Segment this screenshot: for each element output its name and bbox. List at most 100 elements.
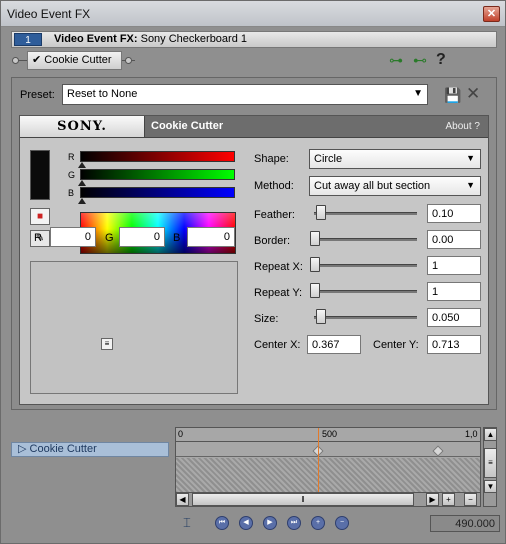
- red-slider-thumb[interactable]: [78, 162, 86, 168]
- scroll-thumb[interactable]: ≡: [484, 448, 497, 478]
- vertical-scrollbar[interactable]: ▲ ≡ ▼: [483, 427, 497, 507]
- first-keyframe-icon[interactable]: ⏮: [215, 516, 229, 530]
- next-keyframe-icon[interactable]: ▶: [263, 516, 277, 530]
- sony-logo: SONY.: [20, 116, 145, 137]
- g-label: G: [105, 232, 114, 244]
- playhead-cursor[interactable]: [318, 428, 319, 493]
- preset-dropdown[interactable]: Reset to None ▼: [62, 84, 428, 105]
- previous-keyframe-icon[interactable]: ◀: [239, 516, 253, 530]
- repeat-y-value-input[interactable]: 1: [427, 282, 481, 301]
- fx-header-label: Video Event FX:: [54, 33, 138, 45]
- keyframe-timeline: ▷ Cookie Cutter 0 500 1,0 ▲ ≡ ▼ ◀ ‖ ▶ +: [11, 419, 500, 537]
- green-slider[interactable]: [80, 169, 235, 180]
- delete-preset-icon[interactable]: ✕: [466, 84, 480, 104]
- method-dropdown[interactable]: Cut away all but section ▼: [309, 176, 481, 196]
- preview-handle-icon[interactable]: ≡: [101, 338, 113, 350]
- save-preset-icon[interactable]: 💾: [444, 87, 461, 104]
- plugin-chain-row: ✔ Cookie Cutter ⊶ ⊷ ?: [11, 50, 497, 72]
- scroll-up-icon[interactable]: ▲: [484, 428, 497, 441]
- center-x-value-input[interactable]: 0.367: [307, 335, 361, 354]
- feather-label: Feather:: [254, 209, 295, 221]
- title-bar[interactable]: Video Event FX ✕: [1, 1, 505, 27]
- ruler-label-start: 0: [178, 429, 184, 439]
- fx-panel: Preset: Reset to None ▼ 💾 ✕ SONY. Cookie …: [11, 77, 497, 410]
- repeat-y-slider-thumb[interactable]: [310, 283, 320, 298]
- add-keyframe-icon[interactable]: +: [311, 516, 325, 530]
- track-name-label: Cookie Cutter: [29, 443, 97, 455]
- feather-slider-thumb[interactable]: [316, 205, 326, 220]
- r-label: R: [34, 232, 42, 244]
- repeat-x-slider[interactable]: [314, 264, 417, 267]
- repeat-y-slider[interactable]: [314, 290, 417, 293]
- about-link[interactable]: About ?: [446, 121, 480, 132]
- blue-slider[interactable]: [80, 187, 235, 198]
- plugin-chain-tab-cookie-cutter[interactable]: ✔ Cookie Cutter: [27, 51, 122, 70]
- help-icon[interactable]: ?: [436, 52, 446, 68]
- feather-value-input[interactable]: 0.10: [427, 204, 481, 223]
- delete-keyframe-icon[interactable]: −: [335, 516, 349, 530]
- size-slider-thumb[interactable]: [316, 309, 326, 324]
- scroll-right-icon[interactable]: ▶: [426, 493, 439, 506]
- chain-end-node: [125, 57, 132, 64]
- preset-label: Preset:: [20, 89, 55, 101]
- red-slider[interactable]: [80, 151, 235, 162]
- repeat-x-slider-thumb[interactable]: [310, 257, 320, 272]
- center-x-label: Center X:: [254, 339, 301, 351]
- center-y-value-input[interactable]: 0.713: [427, 335, 481, 354]
- shape-preview[interactable]: ≡: [30, 261, 238, 394]
- chain-start-node: [12, 57, 19, 64]
- shape-dropdown[interactable]: Circle ▼: [309, 149, 481, 169]
- cursor-time-display[interactable]: 490.000: [430, 515, 500, 532]
- video-event-fx-window: Video Event FX ✕ 1 Video Event FX: Sony …: [0, 0, 506, 544]
- plugin-chain-tab-label: Cookie Cutter: [44, 54, 112, 66]
- red-bar-label: R: [68, 152, 75, 162]
- plugin-header: SONY. Cookie Cutter About ?: [20, 116, 488, 138]
- chevron-down-icon: ▼: [466, 180, 475, 190]
- color-swatch[interactable]: [30, 150, 50, 200]
- track-cookie-cutter[interactable]: ▷ Cookie Cutter: [11, 442, 169, 457]
- fx-header-name: Sony Checkerboard 1: [137, 33, 247, 45]
- size-value-input[interactable]: 0.050: [427, 308, 481, 327]
- plugin-ui: SONY. Cookie Cutter About ? ■ ✎ R G B R …: [19, 115, 489, 405]
- g-value-input[interactable]: 0: [119, 227, 165, 247]
- size-slider[interactable]: [314, 316, 417, 319]
- b-value-input[interactable]: 0: [187, 227, 235, 247]
- green-bar-label: G: [68, 170, 76, 180]
- r-value-input[interactable]: 0: [50, 227, 96, 247]
- border-value-input[interactable]: 0.00: [427, 230, 481, 249]
- check-icon[interactable]: ✔: [32, 54, 41, 66]
- plugin-name: Cookie Cutter: [151, 120, 224, 132]
- sync-cursor-icon[interactable]: ⌶: [183, 515, 191, 531]
- blue-slider-thumb[interactable]: [78, 198, 86, 204]
- plugin-chain-icon[interactable]: ⊶: [389, 52, 403, 68]
- blue-bar-label: B: [68, 188, 75, 198]
- shape-label: Shape:: [254, 153, 289, 165]
- time-ruler[interactable]: 0 500 1,0: [176, 428, 480, 442]
- ruler-label-mid: 500: [322, 429, 338, 439]
- close-button[interactable]: ✕: [483, 6, 500, 22]
- horizontal-scrollbar[interactable]: ◀ ‖ ▶ + −: [175, 492, 481, 507]
- zoom-out-icon[interactable]: −: [464, 493, 477, 506]
- green-slider-thumb[interactable]: [78, 180, 86, 186]
- ruler-label-end: 1,0: [465, 429, 478, 439]
- remove-plugin-icon[interactable]: ⊷: [413, 52, 427, 68]
- repeat-x-value-input[interactable]: 1: [427, 256, 481, 275]
- repeat-x-label: Repeat X:: [254, 261, 303, 273]
- chevron-down-icon: ▼: [413, 88, 423, 99]
- center-y-label: Center Y:: [373, 339, 419, 351]
- keyframe-row[interactable]: [176, 445, 480, 457]
- feather-slider[interactable]: [314, 212, 417, 215]
- keyframe-navigation: ⌶ ⏮ ◀ ▶ ⏭ + − 490.000: [175, 513, 500, 533]
- fx-header-title: Video Event FX: Sony Checkerboard 1: [54, 33, 247, 45]
- border-slider[interactable]: [314, 238, 417, 241]
- method-label: Method:: [254, 180, 294, 192]
- zoom-in-icon[interactable]: +: [442, 493, 455, 506]
- keyframe-area[interactable]: 0 500 1,0: [175, 427, 481, 494]
- keyframe-marker[interactable]: [432, 445, 444, 457]
- scroll-down-icon[interactable]: ▼: [484, 480, 497, 493]
- color-palette-icon[interactable]: ■: [30, 208, 50, 225]
- horizontal-scroll-thumb[interactable]: ‖: [192, 493, 414, 506]
- border-slider-thumb[interactable]: [310, 231, 320, 246]
- last-keyframe-icon[interactable]: ⏭: [287, 516, 301, 530]
- scroll-left-icon[interactable]: ◀: [176, 493, 189, 506]
